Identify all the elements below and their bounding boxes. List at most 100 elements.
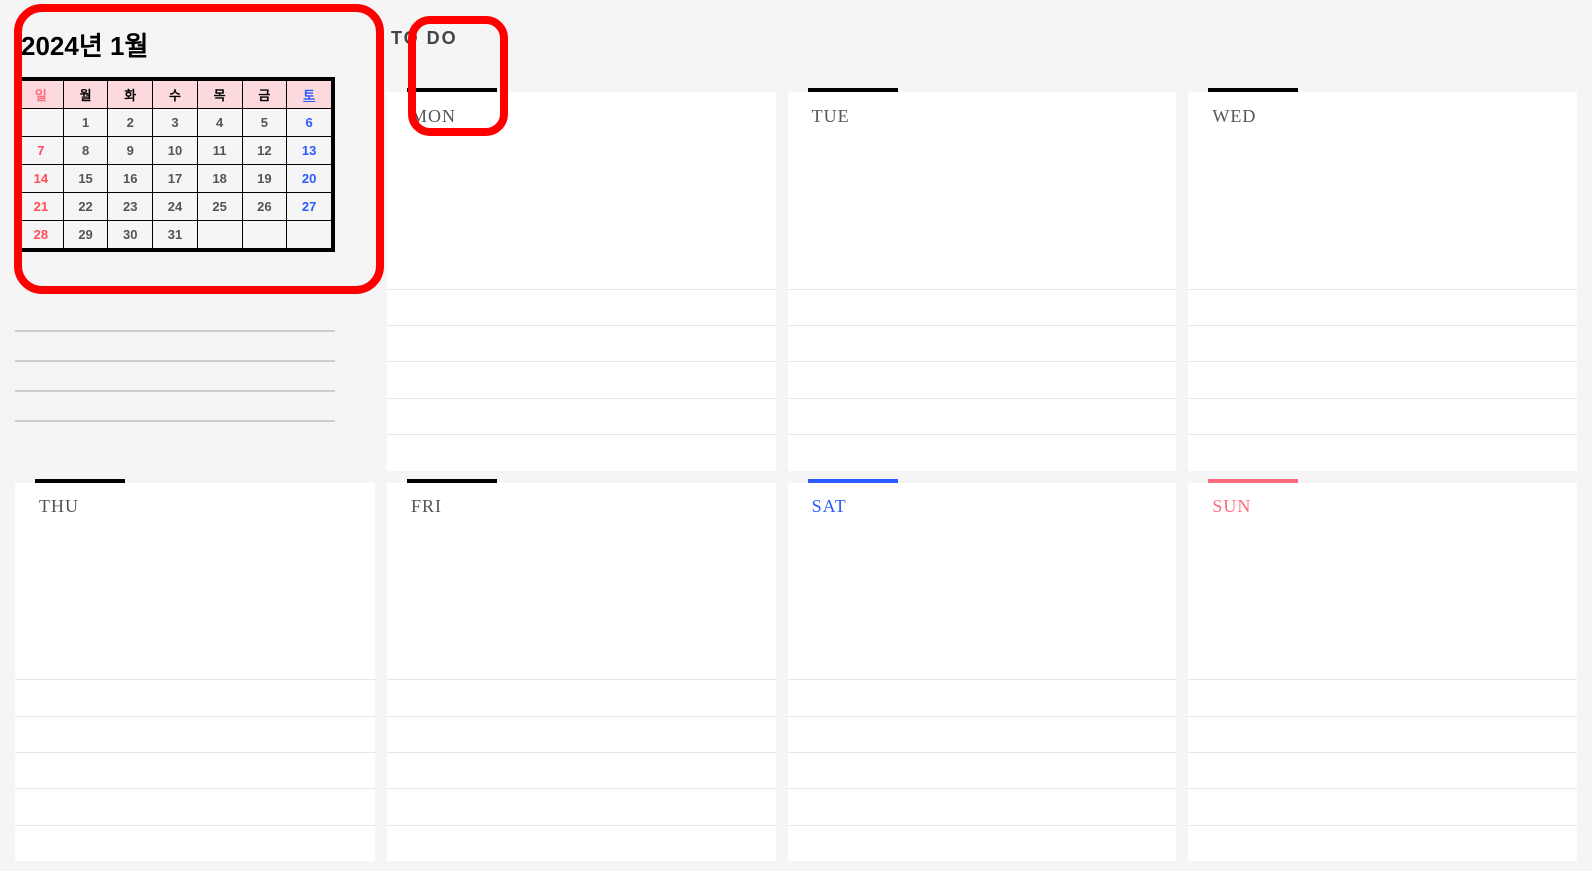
calendar-date[interactable]: 24 — [153, 193, 198, 221]
day-tab — [407, 88, 497, 92]
calendar-date[interactable]: 25 — [197, 193, 242, 221]
day-card-mon[interactable]: MON — [387, 92, 776, 471]
calendar-date[interactable]: 6 — [287, 109, 332, 137]
day-card-sun[interactable]: SUN — [1188, 483, 1577, 862]
note-line[interactable] — [15, 302, 335, 332]
day-name-sun: SUN — [1212, 496, 1251, 517]
mini-calendar: 일 월 화 수 목 금 토 12345678910111213141516171… — [15, 77, 335, 252]
calendar-date[interactable]: 26 — [242, 193, 287, 221]
day-card-sat[interactable]: SAT — [788, 483, 1177, 862]
calendar-date — [197, 221, 242, 249]
day-line[interactable] — [15, 752, 375, 788]
calendar-date[interactable]: 10 — [153, 137, 198, 165]
day-line[interactable] — [1188, 788, 1577, 824]
day-name-tue: TUE — [812, 106, 850, 127]
day-line[interactable] — [788, 788, 1177, 824]
day-line[interactable] — [15, 716, 375, 752]
calendar-date[interactable]: 19 — [242, 165, 287, 193]
day-card-thu[interactable]: THU — [15, 483, 375, 862]
day-line[interactable] — [15, 825, 375, 861]
calendar-date[interactable]: 8 — [63, 137, 108, 165]
calendar-date[interactable]: 4 — [197, 109, 242, 137]
day-line[interactable] — [1188, 716, 1577, 752]
calendar-date[interactable]: 21 — [19, 193, 64, 221]
day-line[interactable] — [1188, 434, 1577, 470]
day-line[interactable] — [387, 325, 776, 361]
day-tab — [1208, 479, 1298, 483]
day-line[interactable] — [788, 398, 1177, 434]
day-tab — [407, 479, 497, 483]
day-line[interactable] — [15, 788, 375, 824]
weekday-sat: 토 — [287, 81, 332, 109]
day-card-wed[interactable]: WED — [1188, 92, 1577, 471]
day-line[interactable] — [387, 716, 776, 752]
day-tab — [35, 479, 125, 483]
day-tab — [808, 479, 898, 483]
day-name-fri: FRI — [411, 496, 442, 517]
calendar-date[interactable]: 12 — [242, 137, 287, 165]
calendar-date[interactable]: 18 — [197, 165, 242, 193]
weekday-wed: 수 — [153, 81, 198, 109]
day-line[interactable] — [788, 289, 1177, 325]
day-tab — [1208, 88, 1298, 92]
calendar-date[interactable]: 14 — [19, 165, 64, 193]
day-line[interactable] — [387, 289, 776, 325]
calendar-date[interactable]: 22 — [63, 193, 108, 221]
calendar-date[interactable]: 20 — [287, 165, 332, 193]
calendar-date[interactable]: 1 — [63, 109, 108, 137]
note-line[interactable] — [15, 362, 335, 392]
day-card-tue[interactable]: TUE — [788, 92, 1177, 471]
day-line[interactable] — [788, 679, 1177, 715]
calendar-date[interactable]: 30 — [108, 221, 153, 249]
day-line[interactable] — [788, 716, 1177, 752]
day-line[interactable] — [788, 825, 1177, 861]
weekday-tue: 화 — [108, 81, 153, 109]
day-line[interactable] — [387, 434, 776, 470]
day-line[interactable] — [788, 325, 1177, 361]
day-line[interactable] — [1188, 325, 1577, 361]
calendar-date[interactable]: 29 — [63, 221, 108, 249]
day-line[interactable] — [387, 679, 776, 715]
day-line[interactable] — [387, 752, 776, 788]
calendar-date[interactable]: 2 — [108, 109, 153, 137]
calendar-date[interactable]: 13 — [287, 137, 332, 165]
day-line[interactable] — [1188, 398, 1577, 434]
calendar-date[interactable]: 27 — [287, 193, 332, 221]
day-line[interactable] — [1188, 679, 1577, 715]
calendar-date[interactable]: 15 — [63, 165, 108, 193]
sidebar: 2024년 1월 일 월 화 수 목 금 토 12345678910111213… — [15, 20, 375, 471]
calendar-date[interactable]: 7 — [19, 137, 64, 165]
day-line[interactable] — [788, 752, 1177, 788]
day-line[interactable] — [1188, 752, 1577, 788]
day-name-wed: WED — [1212, 106, 1256, 127]
day-name-sat: SAT — [812, 496, 847, 517]
calendar-date[interactable]: 11 — [197, 137, 242, 165]
day-line[interactable] — [788, 434, 1177, 470]
calendar-date[interactable]: 16 — [108, 165, 153, 193]
calendar-date — [19, 109, 64, 137]
todo-header: TO DO — [387, 20, 1577, 80]
calendar-date[interactable]: 17 — [153, 165, 198, 193]
day-tab — [808, 88, 898, 92]
calendar-date[interactable]: 3 — [153, 109, 198, 137]
weekday-thu: 목 — [197, 81, 242, 109]
day-card-fri[interactable]: FRI — [387, 483, 776, 862]
day-line[interactable] — [788, 361, 1177, 397]
day-line[interactable] — [1188, 289, 1577, 325]
day-line[interactable] — [1188, 825, 1577, 861]
day-line[interactable] — [15, 679, 375, 715]
day-line[interactable] — [387, 788, 776, 824]
calendar-date[interactable]: 9 — [108, 137, 153, 165]
mini-calendar-table: 일 월 화 수 목 금 토 12345678910111213141516171… — [18, 80, 332, 249]
day-line[interactable] — [387, 825, 776, 861]
calendar-date[interactable]: 28 — [19, 221, 64, 249]
note-line[interactable] — [15, 332, 335, 362]
calendar-date[interactable]: 23 — [108, 193, 153, 221]
weekday-mon: 월 — [63, 81, 108, 109]
calendar-date[interactable]: 31 — [153, 221, 198, 249]
day-line[interactable] — [387, 398, 776, 434]
calendar-date[interactable]: 5 — [242, 109, 287, 137]
day-line[interactable] — [387, 361, 776, 397]
day-line[interactable] — [1188, 361, 1577, 397]
note-line[interactable] — [15, 392, 335, 422]
